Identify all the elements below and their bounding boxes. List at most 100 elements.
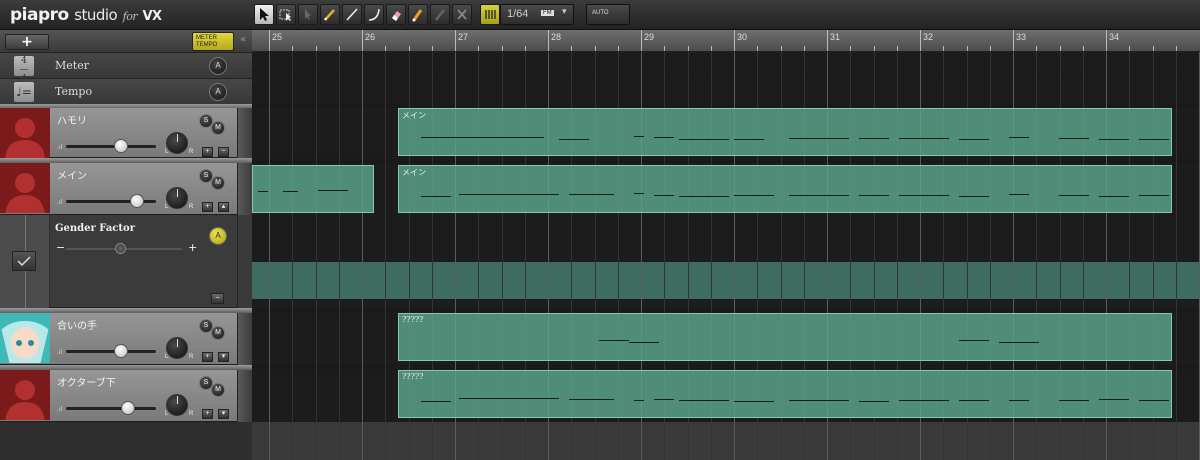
note[interactable] [634,400,644,401]
note[interactable] [1009,137,1029,138]
disabled-knife-tool-button[interactable] [430,4,450,25]
note[interactable] [1139,195,1169,196]
tempo-auto-button[interactable]: A [209,83,227,101]
note[interactable] [499,137,544,138]
note[interactable] [789,400,849,401]
note[interactable] [1059,195,1089,196]
note[interactable] [459,398,509,399]
expand-plus-button[interactable]: + [202,202,213,212]
note[interactable] [318,190,348,191]
vocal-part-block[interactable]: メイン [398,165,1172,213]
track-name[interactable]: ハモリ [57,112,87,127]
note[interactable] [449,137,499,138]
note[interactable] [599,340,629,341]
note[interactable] [1009,194,1029,195]
note[interactable] [899,400,949,401]
delete-tool-button[interactable] [452,4,472,25]
note[interactable] [959,400,989,401]
note[interactable] [634,193,644,194]
note[interactable] [1099,139,1129,140]
volume-slider[interactable] [66,350,156,353]
volume-slider[interactable] [66,145,156,148]
mute-button[interactable]: M [211,326,225,340]
curve-tool-button[interactable] [364,4,384,25]
mute-button[interactable]: M [211,383,225,397]
note[interactable] [959,196,989,197]
volume-slider-thumb[interactable] [130,194,144,208]
collapse-panel-button[interactable]: « [240,34,246,45]
note[interactable] [734,401,774,402]
vocal-part-block[interactable]: ????? [398,370,1172,418]
note[interactable] [859,401,889,402]
volume-slider-thumb[interactable] [121,401,135,415]
vocal-part-block[interactable] [252,165,374,213]
note[interactable] [959,139,989,140]
meter-tempo-toggle[interactable]: METER TEMPO [192,32,234,51]
expand-down-button[interactable]: ▾ [218,352,229,362]
note[interactable] [421,196,451,197]
pan-knob[interactable] [166,394,188,416]
note[interactable] [734,139,764,140]
note[interactable] [509,398,559,399]
pointer-tool-button[interactable] [254,4,274,25]
note[interactable] [421,137,451,138]
note[interactable] [1139,139,1169,140]
note[interactable] [629,342,659,343]
note[interactable] [859,138,889,139]
note[interactable] [1059,400,1089,401]
track-name[interactable]: 合いの手 [57,317,97,332]
quantize-dropdown[interactable]: 1/64 FM ▾ [500,4,574,25]
note[interactable] [654,195,674,196]
note[interactable] [789,195,849,196]
eraser-tool-button[interactable] [386,4,406,25]
arrangement-grid[interactable]: メイン メイン?????????? [252,52,1200,460]
note[interactable] [559,139,589,140]
collapse-up-button[interactable]: ▴ [218,202,229,212]
note[interactable] [283,191,298,192]
gender-factor-collapse-button[interactable]: − [211,293,224,304]
disabled-pointer-tool-button[interactable] [298,4,318,25]
note[interactable] [1059,138,1089,139]
note[interactable] [569,194,614,195]
expand-plus-button[interactable]: + [202,147,213,157]
note[interactable] [679,139,729,140]
range-select-tool-button[interactable] [276,4,296,25]
track-header[interactable]: オクターブ下 .ıl L R S M + ▾ [0,370,237,422]
pencil-tool-button[interactable] [320,4,340,25]
note[interactable] [734,195,774,196]
pan-knob[interactable] [166,132,188,154]
timeline-ruler[interactable]: 25 26 27 28 29 30 31 32 33 34 [252,30,1200,52]
note[interactable] [959,340,989,341]
mute-button[interactable]: M [211,121,225,135]
gender-factor-checkbox[interactable] [12,251,36,271]
note[interactable] [999,342,1039,343]
note[interactable] [679,400,729,401]
volume-slider-thumb[interactable] [114,344,128,358]
note[interactable] [421,401,451,402]
auto-scroll-button[interactable]: AUTO [586,4,630,25]
volume-slider-thumb[interactable] [114,139,128,153]
note[interactable] [899,195,949,196]
pan-knob[interactable] [166,337,188,359]
track-header[interactable]: ハモリ .ıl L R S M + − [0,108,237,158]
vocal-part-block[interactable]: ????? [398,313,1172,361]
line-tool-button[interactable] [342,4,362,25]
note[interactable] [1099,399,1129,400]
grid-snap-button[interactable] [480,4,500,25]
note[interactable] [654,137,674,138]
add-track-button[interactable]: + [5,34,49,50]
note[interactable] [1139,400,1169,401]
note[interactable] [1099,196,1129,197]
gender-factor-slider-thumb[interactable] [115,243,126,254]
note[interactable] [509,194,559,195]
gender-factor-auto-button[interactable]: A [209,227,227,245]
note[interactable] [859,195,889,196]
expand-minus-button[interactable]: − [218,147,229,157]
vocal-part-block[interactable]: メイン [398,108,1172,156]
volume-slider[interactable] [66,407,156,410]
note[interactable] [1009,400,1029,401]
meter-auto-button[interactable]: A [209,57,227,75]
note[interactable] [459,194,509,195]
note[interactable] [789,138,849,139]
track-header[interactable]: メイン .ıl L R S M + ▴ [0,163,237,215]
